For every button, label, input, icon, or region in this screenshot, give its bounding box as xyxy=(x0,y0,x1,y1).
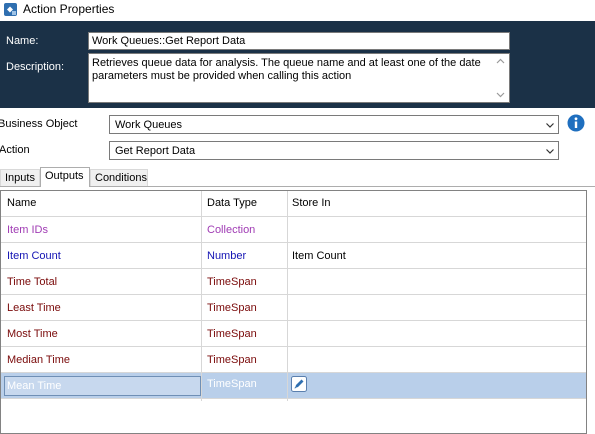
cell-name: Item Count xyxy=(7,250,61,262)
chevron-down-icon[interactable] xyxy=(545,120,555,130)
cell-data-type: Number xyxy=(207,250,247,262)
title-bar: Action Properties xyxy=(0,0,595,20)
business-object-dropdown[interactable]: Work Queues xyxy=(109,115,559,134)
cell-store-in[interactable]: Item Count xyxy=(292,250,346,262)
name-label: Name: xyxy=(6,35,39,47)
table-row[interactable]: Most Time TimeSpan xyxy=(1,321,586,347)
table-row[interactable]: Median Time TimeSpan xyxy=(1,347,586,373)
cell-data-type: TimeSpan xyxy=(207,378,257,390)
cell-name: Time Total xyxy=(7,276,58,288)
tab-outputs[interactable]: Outputs xyxy=(40,167,90,187)
scroll-up-icon[interactable] xyxy=(496,57,505,66)
action-value: Get Report Data xyxy=(115,145,196,157)
table-row[interactable]: Item IDs Collection xyxy=(1,217,586,243)
table-row[interactable]: Time Total TimeSpan xyxy=(1,269,586,295)
tab-conditions[interactable]: Conditions xyxy=(90,169,148,187)
cell-name: Most Time xyxy=(7,328,58,340)
scroll-down-icon[interactable] xyxy=(496,90,505,99)
table-row[interactable]: Item Count Number Item Count xyxy=(1,243,586,269)
description-label: Description: xyxy=(6,61,65,73)
cell-data-type: Collection xyxy=(207,224,256,236)
column-divider xyxy=(287,191,288,401)
cell-data-type: TimeSpan xyxy=(207,354,257,366)
cell-name: Least Time xyxy=(7,302,61,314)
table-row[interactable]: Mean Time TimeSpan xyxy=(1,373,586,399)
action-label: Action xyxy=(0,144,30,156)
column-divider xyxy=(201,191,202,401)
cell-data-type: TimeSpan xyxy=(207,302,257,314)
action-dropdown[interactable]: Get Report Data xyxy=(109,141,559,160)
window-title: Action Properties xyxy=(23,2,115,16)
column-header-store-in[interactable]: Store In xyxy=(292,197,331,209)
cell-name: Item IDs xyxy=(7,224,48,236)
business-object-value: Work Queues xyxy=(115,119,183,131)
description-text: Retrieves queue data for analysis. The q… xyxy=(92,57,481,82)
description-scrollbar[interactable] xyxy=(492,54,509,102)
header-panel: Name: Work Queues::Get Report Data Descr… xyxy=(0,21,595,108)
tab-strip: Inputs Outputs Conditions xyxy=(0,167,595,187)
description-field[interactable]: Retrieves queue data for analysis. The q… xyxy=(88,53,510,103)
name-field[interactable]: Work Queues::Get Report Data xyxy=(88,32,510,50)
tab-inputs[interactable]: Inputs xyxy=(0,169,40,187)
business-object-label: Business Object xyxy=(0,118,78,130)
cell-name: Mean Time xyxy=(7,380,62,392)
chevron-down-icon[interactable] xyxy=(545,146,555,156)
cell-data-type: TimeSpan xyxy=(207,328,257,340)
outputs-grid: Name Data Type Store In Item IDs Collecti… xyxy=(0,190,587,434)
grid-header: Name Data Type Store In xyxy=(1,191,586,217)
store-in-icon[interactable] xyxy=(291,376,307,392)
cell-data-type: TimeSpan xyxy=(207,276,257,288)
column-header-data-type[interactable]: Data Type xyxy=(207,197,257,209)
column-header-name[interactable]: Name xyxy=(7,197,36,209)
cell-name: Median Time xyxy=(7,354,70,366)
table-row[interactable]: Least Time TimeSpan xyxy=(1,295,586,321)
info-icon[interactable] xyxy=(567,114,585,132)
action-properties-icon xyxy=(4,3,17,16)
name-edit-field[interactable]: Mean Time xyxy=(4,376,201,396)
